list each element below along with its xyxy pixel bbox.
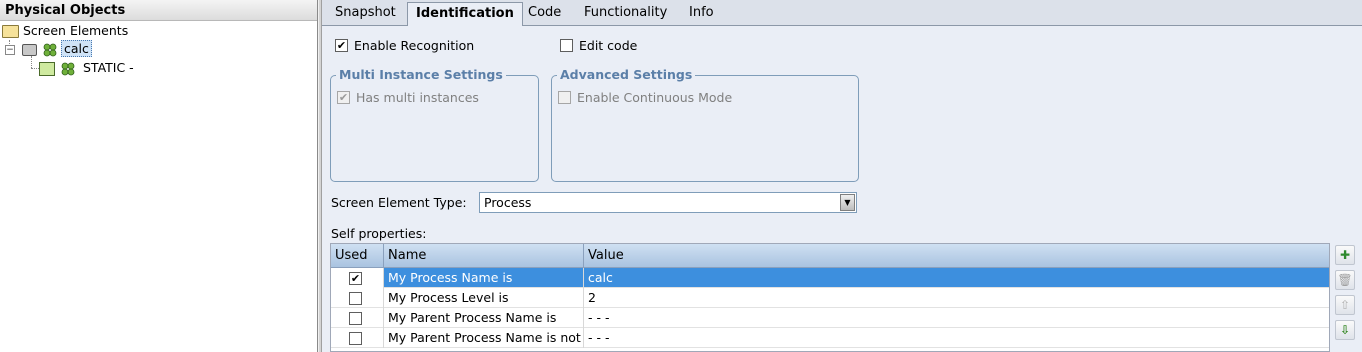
- used-checkbox[interactable]: [349, 332, 362, 345]
- used-checkbox[interactable]: [349, 312, 362, 325]
- name-cell: My Process Name is: [384, 268, 584, 288]
- folder-icon: [2, 25, 19, 38]
- tab-code[interactable]: Code: [520, 2, 569, 24]
- edit-code-checkbox[interactable]: Edit code: [560, 37, 637, 53]
- tab-identification[interactable]: Identification: [407, 2, 523, 26]
- advanced-settings-group: Advanced Settings Enable Continuous Mode: [551, 67, 859, 182]
- self-properties-label: Self properties:: [331, 226, 427, 241]
- table-row[interactable]: My Parent Process Name is not - - -: [331, 328, 1329, 348]
- tree-item-label: calc: [60, 40, 92, 57]
- has-multi-instances-checkbox[interactable]: ✔ Has multi instances: [337, 89, 479, 105]
- group-title: Advanced Settings: [557, 67, 696, 83]
- used-cell: [331, 288, 384, 308]
- camera-icon: [21, 43, 37, 56]
- add-property-icon[interactable]: ✚: [1335, 245, 1355, 265]
- used-checkbox[interactable]: [349, 292, 362, 305]
- checkbox-label: Has multi instances: [356, 90, 479, 105]
- enable-recognition-checkbox[interactable]: ✔ Enable Recognition: [335, 37, 474, 53]
- table-row[interactable]: ✔ My Process Name is calc: [331, 268, 1329, 288]
- select-value: Process: [484, 195, 532, 210]
- column-header-value[interactable]: Value: [584, 244, 1329, 268]
- tree-item-label: STATIC -: [82, 60, 134, 75]
- value-cell[interactable]: calc: [584, 268, 1329, 288]
- multi-instance-group: Multi Instance Settings ✔ Has multi insta…: [330, 67, 539, 182]
- used-cell: [331, 308, 384, 328]
- checkbox-box[interactable]: [560, 39, 573, 52]
- table-row[interactable]: My Parent Process Name is - - -: [331, 308, 1329, 328]
- process-icon: [43, 43, 57, 56]
- dropdown-arrow-icon[interactable]: ▼: [840, 194, 855, 211]
- checkbox-box[interactable]: ✔: [335, 39, 348, 52]
- screen-element-type-select[interactable]: Process ▼: [479, 192, 857, 213]
- tree-line: [31, 56, 32, 68]
- value-cell[interactable]: - - -: [584, 328, 1329, 348]
- checkbox-label: Edit code: [579, 38, 638, 53]
- enable-continuous-mode-checkbox[interactable]: Enable Continuous Mode: [558, 89, 732, 105]
- tree-item-static[interactable]: STATIC -: [39, 59, 134, 77]
- used-checkbox[interactable]: ✔: [349, 272, 362, 285]
- column-header-used[interactable]: Used: [331, 244, 384, 268]
- name-cell: My Parent Process Name is: [384, 308, 584, 328]
- value-cell[interactable]: - - -: [584, 308, 1329, 328]
- tree-line: [31, 68, 39, 69]
- name-cell: My Process Level is: [384, 288, 584, 308]
- trash-icon[interactable]: 🗑: [1335, 270, 1355, 290]
- group-title: Multi Instance Settings: [336, 67, 506, 83]
- tree-item-calc[interactable]: − calc: [5, 40, 92, 58]
- value-cell[interactable]: 2: [584, 288, 1329, 308]
- process-icon: [61, 62, 75, 75]
- name-cell: My Parent Process Name is not: [384, 328, 584, 348]
- checkbox-box[interactable]: ✔: [337, 91, 350, 104]
- arrow-down-icon[interactable]: ⇩: [1335, 320, 1355, 340]
- checkbox-label: Enable Recognition: [354, 38, 475, 53]
- tree-item-label: Screen Elements: [23, 23, 129, 38]
- used-cell: ✔: [331, 268, 384, 288]
- tab-snapshot[interactable]: Snapshot: [327, 2, 404, 24]
- arrow-up-icon[interactable]: ⇧: [1335, 295, 1355, 315]
- collapse-toggle-icon[interactable]: −: [5, 44, 15, 55]
- self-properties-table: Used Name Value ✔ My Process Name is cal…: [330, 243, 1330, 352]
- tree-item-screen-elements[interactable]: Screen Elements: [2, 22, 128, 40]
- checkbox-box[interactable]: [558, 91, 571, 104]
- column-header-name[interactable]: Name: [384, 244, 584, 268]
- tab-functionality[interactable]: Functionality: [576, 2, 675, 24]
- used-cell: [331, 328, 384, 348]
- table-row[interactable]: My Process Level is 2: [331, 288, 1329, 308]
- screen-element-type-label: Screen Element Type:: [331, 195, 467, 210]
- panel-title: Physical Objects: [0, 0, 317, 21]
- checkbox-label: Enable Continuous Mode: [577, 90, 733, 105]
- tab-info[interactable]: Info: [681, 2, 722, 24]
- window-element-icon: [39, 61, 55, 76]
